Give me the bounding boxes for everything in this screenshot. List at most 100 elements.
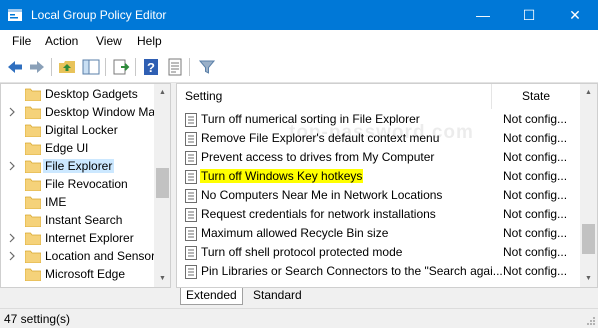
list-row[interactable]: Maximum allowed Recycle Bin size Not con… (177, 224, 580, 243)
setting-state: Not config... (503, 226, 568, 240)
setting-state: Not config... (503, 169, 568, 183)
tree-item-ime[interactable]: IME (1, 194, 157, 212)
policy-setting-icon (185, 265, 197, 279)
up-folder-icon[interactable] (57, 57, 77, 77)
help-icon[interactable]: ? (141, 57, 161, 77)
setting-name: Prevent access to drives from My Compute… (201, 150, 435, 164)
tree-item-label: Desktop Window Ma (45, 105, 156, 119)
toolbar: ? (0, 52, 598, 83)
setting-state: Not config... (503, 188, 568, 202)
list-row-highlighted[interactable]: Turn off Windows Key hotkeys Not config.… (177, 167, 580, 186)
setting-name: Turn off shell protocol protected mode (201, 245, 403, 259)
toolbar-separator (189, 58, 190, 76)
title-bar[interactable]: Local Group Policy Editor — ☐ ✕ (0, 0, 598, 30)
list-row[interactable]: Request credentials for network installa… (177, 205, 580, 224)
setting-state: Not config... (503, 207, 568, 221)
scroll-down-icon[interactable]: ▼ (580, 270, 597, 287)
policy-setting-icon (185, 189, 197, 203)
scroll-up-icon[interactable]: ▲ (580, 84, 597, 101)
tree-item-microsoft-edge[interactable]: Microsoft Edge (1, 266, 157, 284)
folder-icon (25, 250, 41, 263)
list-row[interactable]: No Computers Near Me in Network Location… (177, 186, 580, 205)
folder-icon (25, 232, 41, 245)
chevron-right-icon[interactable] (8, 250, 16, 262)
tab-extended[interactable]: Extended (180, 288, 243, 305)
menu-file[interactable]: File (12, 34, 31, 48)
view-tabs: Extended Standard (176, 288, 598, 308)
setting-state: Not config... (503, 150, 568, 164)
close-button[interactable]: ✕ (552, 0, 598, 30)
tree-item-desktop-gadgets[interactable]: Desktop Gadgets (1, 86, 157, 104)
list-row[interactable]: Remove File Explorer's default context m… (177, 129, 580, 148)
tab-standard[interactable]: Standard (248, 288, 307, 305)
tree-item-internet-explorer[interactable]: Internet Explorer (1, 230, 157, 248)
tree-item-label: File Revocation (45, 177, 128, 191)
svg-text:?: ? (147, 60, 155, 75)
setting-name: Turn off Windows Key hotkeys (200, 169, 364, 183)
chevron-right-icon[interactable] (8, 160, 16, 172)
tree-item-location-and-sensors[interactable]: Location and Sensors (1, 248, 161, 266)
toolbar-separator (51, 58, 52, 76)
scrollbar-thumb[interactable] (582, 224, 595, 254)
tree-item-label: Desktop Gadgets (45, 87, 138, 101)
window-title: Local Group Policy Editor (31, 8, 167, 22)
tree-vertical-scrollbar[interactable]: ▲ ▼ (154, 84, 170, 287)
maximize-button[interactable]: ☐ (506, 0, 552, 30)
setting-state: Not config... (503, 131, 568, 145)
export-list-icon[interactable] (111, 57, 131, 77)
minimize-button[interactable]: — (460, 0, 506, 30)
policy-setting-icon (185, 132, 197, 146)
tree-item-label: IME (45, 195, 67, 209)
menu-help[interactable]: Help (137, 34, 162, 48)
scroll-down-icon[interactable]: ▼ (154, 270, 170, 287)
tree-item-desktop-window-manager[interactable]: Desktop Window Ma (1, 104, 157, 122)
tree-item-label: Digital Locker (45, 123, 118, 137)
folder-icon (25, 214, 41, 227)
list-row[interactable]: Turn off shell protocol protected mode N… (177, 243, 580, 262)
chevron-right-icon[interactable] (8, 106, 16, 118)
group-policy-app-icon (8, 9, 22, 21)
column-header-state[interactable]: State (492, 84, 580, 109)
policy-setting-icon (185, 170, 197, 184)
policy-setting-icon (185, 227, 197, 241)
policy-setting-icon (185, 246, 197, 260)
menu-bar: File Action View Help (0, 30, 598, 52)
settings-list-pane[interactable]: Setting State top-password.com Turn off … (176, 83, 598, 288)
tree-item-file-revocation[interactable]: File Revocation (1, 176, 157, 194)
tree-item-file-explorer[interactable]: File Explorer (1, 158, 157, 176)
list-vertical-scrollbar[interactable]: ▲ ▼ (580, 84, 597, 287)
chevron-right-icon[interactable] (8, 232, 16, 244)
properties-icon[interactable] (165, 57, 185, 77)
folder-icon (25, 142, 41, 155)
folder-icon (25, 178, 41, 191)
filter-icon[interactable] (197, 57, 217, 77)
list-row[interactable]: Prevent access to drives from My Compute… (177, 148, 580, 167)
tree-item-digital-locker[interactable]: Digital Locker (1, 122, 157, 140)
tree-item-label: Location and Sensors (45, 249, 162, 263)
scroll-up-icon[interactable]: ▲ (154, 84, 170, 101)
status-bar: 47 setting(s) (0, 308, 598, 328)
status-setting-count: 47 setting(s) (4, 312, 71, 326)
folder-icon (25, 268, 41, 281)
list-row[interactable]: Pin Libraries or Search Connectors to th… (177, 262, 580, 281)
scrollbar-thumb[interactable] (156, 168, 169, 198)
tree-item-label: File Explorer (43, 159, 115, 173)
menu-action[interactable]: Action (45, 34, 78, 48)
list-row[interactable]: Turn off numerical sorting in File Explo… (177, 110, 580, 129)
toolbar-separator (105, 58, 106, 76)
tree-item-edge-ui[interactable]: Edge UI (1, 140, 157, 158)
back-arrow-icon[interactable] (5, 57, 25, 77)
tree-item-instant-search[interactable]: Instant Search (1, 212, 157, 230)
setting-state: Not config... (503, 245, 568, 259)
setting-state: Not config... (503, 264, 568, 278)
policy-setting-icon (185, 208, 197, 222)
folder-icon (25, 124, 41, 137)
resize-grip-icon[interactable] (586, 316, 596, 326)
policy-setting-icon (185, 113, 197, 127)
tree-pane[interactable]: Desktop Gadgets Desktop Window Ma Digita… (0, 83, 171, 288)
column-header-setting[interactable]: Setting (177, 84, 492, 109)
menu-view[interactable]: View (96, 34, 122, 48)
forward-arrow-icon[interactable] (27, 57, 47, 77)
folder-icon (25, 88, 41, 101)
show-hide-tree-icon[interactable] (81, 57, 101, 77)
